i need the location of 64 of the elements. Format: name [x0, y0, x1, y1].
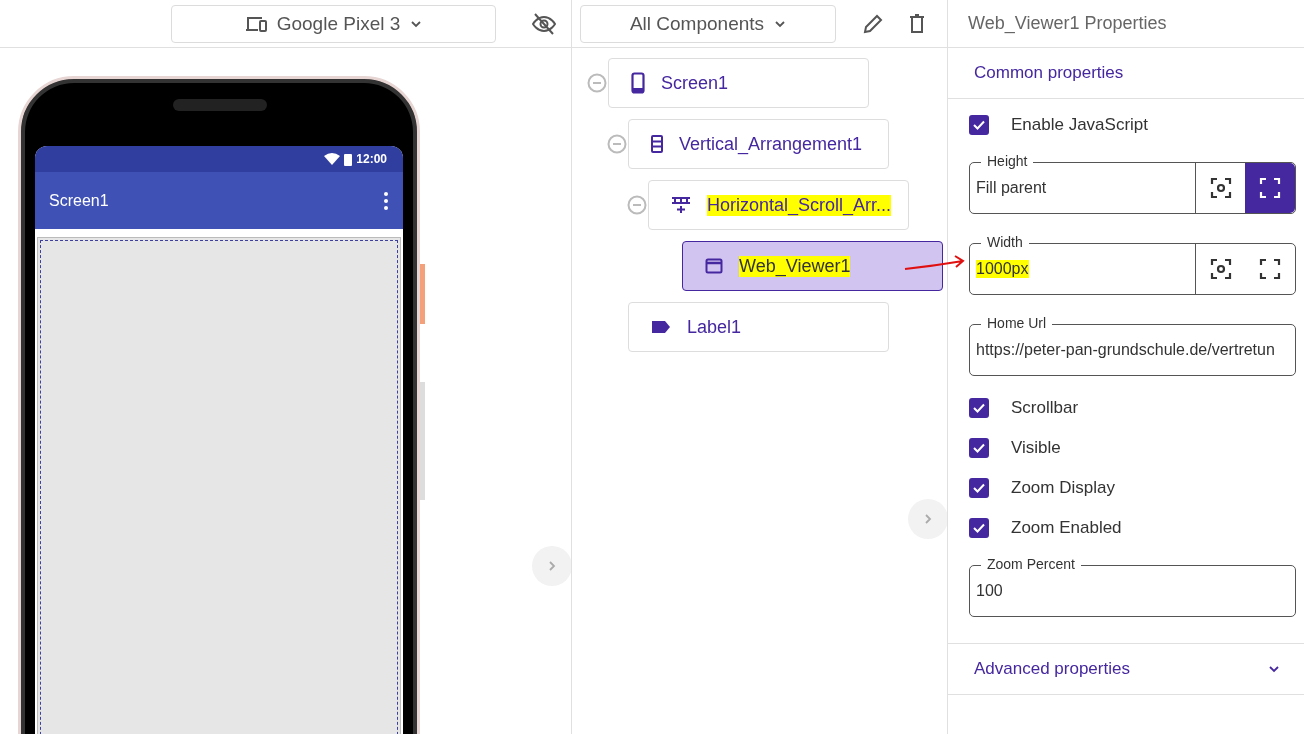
- fullscreen-icon: [1259, 258, 1281, 280]
- tree-item[interactable]: Label1: [628, 302, 889, 352]
- checkbox-label: Visible: [1011, 438, 1061, 458]
- more-vertical-icon: [383, 190, 389, 211]
- properties-title: Web_Viewer1 Properties: [967, 13, 1167, 34]
- field-label: Home Url: [981, 315, 1053, 331]
- section-title: Advanced properties: [974, 659, 1130, 679]
- collapse-toggle[interactable]: [606, 133, 628, 155]
- field-value: Fill parent: [976, 179, 1047, 197]
- app-title: Screen1: [49, 191, 109, 210]
- status-time: 12:00: [356, 152, 387, 166]
- fullscreen-icon: [1259, 177, 1281, 199]
- field-value: 1000px: [976, 260, 1029, 278]
- tree-item[interactable]: Screen1: [608, 58, 869, 108]
- checkbox[interactable]: [969, 478, 989, 498]
- window-icon: [705, 258, 723, 274]
- checkmark-icon: [973, 403, 985, 413]
- size-field[interactable]: Height Fill parent: [969, 153, 1296, 214]
- checkbox[interactable]: [969, 115, 989, 135]
- wifi-icon: [324, 153, 341, 165]
- text-field[interactable]: Zoom Percent 100: [969, 556, 1296, 617]
- checkbox-label: Zoom Enabled: [1011, 518, 1122, 538]
- fill-parent-button[interactable]: [1245, 163, 1295, 213]
- trash-icon: [909, 13, 925, 34]
- field-value: 100: [976, 582, 1003, 600]
- checkbox-label: Enable JavaScript: [1011, 115, 1149, 135]
- checkbox-label: Scrollbar: [1011, 398, 1079, 418]
- checkmark-icon: [973, 523, 985, 533]
- center-focus-icon: [1209, 258, 1232, 280]
- checkmark-icon: [973, 483, 985, 493]
- device-dropdown[interactable]: Google Pixel 3: [171, 4, 496, 43]
- checkbox-label: Zoom Display: [1011, 478, 1115, 498]
- size-field[interactable]: Width 1000px: [969, 234, 1296, 295]
- chevron-down-icon: [1268, 663, 1280, 675]
- tree-item[interactable]: Horizontal_Scroll_Arr...: [648, 180, 909, 230]
- collapse-toggle[interactable]: [626, 194, 648, 216]
- field-value: https://peter-pan-grundschule.de/vertretun: [976, 341, 1275, 359]
- center-focus-icon: [1209, 177, 1232, 199]
- checkmark-icon: [973, 443, 985, 453]
- battery-icon: [344, 152, 353, 166]
- field-label: Width: [981, 234, 1029, 250]
- hidden-components-button[interactable]: [532, 12, 556, 35]
- checkmark-icon: [973, 120, 985, 130]
- label-tag-icon: [651, 320, 671, 334]
- checkbox[interactable]: [969, 518, 989, 538]
- checkbox[interactable]: [969, 438, 989, 458]
- vertical-layout-icon: [651, 135, 663, 153]
- chevron-right-icon: [922, 513, 934, 525]
- collapse-toggle[interactable]: [586, 72, 608, 94]
- devices-icon: [244, 15, 267, 32]
- eye-off-icon: [532, 12, 556, 35]
- tree-item[interactable]: Vertical_Arrangement1: [628, 119, 889, 169]
- rename-button[interactable]: [863, 13, 883, 34]
- components-dropdown[interactable]: All Components: [580, 4, 836, 43]
- field-label: Height: [981, 153, 1034, 169]
- checkbox[interactable]: [969, 398, 989, 418]
- delete-button[interactable]: [909, 13, 925, 34]
- smartphone-icon: [631, 72, 645, 94]
- text-field[interactable]: Home Url https://peter-pan-grundschule.de/vertretun: [969, 315, 1296, 376]
- grid-plus-icon: [671, 196, 691, 214]
- chevron-right-icon: [546, 560, 558, 572]
- field-label: Zoom Percent: [981, 556, 1081, 572]
- pencil-icon: [863, 13, 883, 34]
- tree-item[interactable]: Web_Viewer1: [682, 241, 943, 291]
